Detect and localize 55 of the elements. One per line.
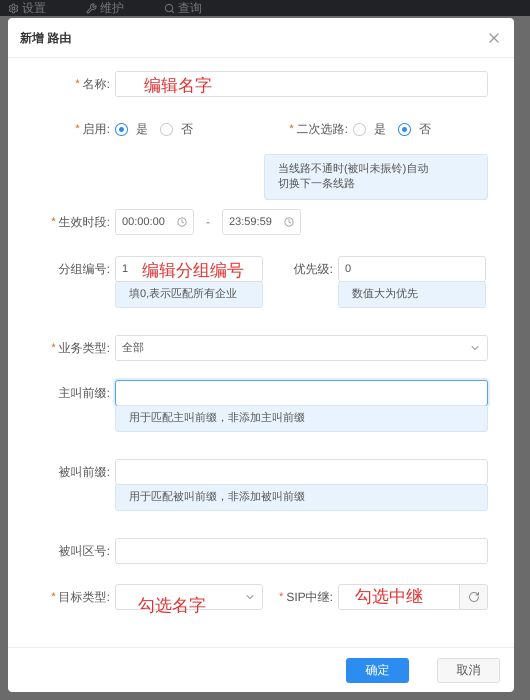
field-label: 目标类型: — [58, 589, 110, 606]
required-mark: * — [289, 124, 294, 134]
required-mark: * — [75, 124, 80, 134]
annotation-text: 编辑分组编号 — [142, 261, 244, 281]
hint-box: 数值大为优先 — [338, 281, 486, 308]
hint-box: 用于匹配被叫前缀，非添加被叫前缀 — [115, 484, 488, 511]
start-time-field[interactable]: 00:00:00 — [115, 209, 194, 235]
refresh-button[interactable] — [460, 584, 488, 610]
cancel-button[interactable]: 取消 — [437, 658, 500, 682]
field-label: 被叫区号: — [58, 543, 110, 560]
nav-icon — [8, 2, 19, 14]
radio-option[interactable]: 否 — [160, 120, 193, 138]
priority-field[interactable]: 0 — [338, 256, 486, 282]
radio-option[interactable]: 是 — [115, 120, 148, 138]
hint-box: 用于匹配主叫前缀，非添加主叫前缀 — [115, 405, 488, 432]
required-mark: * — [279, 592, 284, 602]
area-code-field[interactable] — [115, 538, 488, 564]
field-value: 1 — [122, 262, 128, 277]
field-label: 主叫前缀: — [58, 385, 110, 402]
nav-item[interactable]: 设置 — [8, 1, 46, 15]
field-label: 二次选路: — [296, 121, 348, 138]
radio-option[interactable]: 是 — [353, 120, 386, 138]
nav-item[interactable]: 维护 — [86, 1, 124, 15]
required-mark: * — [51, 216, 56, 228]
required-mark: * — [75, 78, 80, 90]
field-label: 业务类型: — [58, 340, 110, 357]
refresh-icon — [468, 591, 480, 603]
hint-box: 填0,表示匹配所有企业 — [115, 281, 263, 308]
field-label: 名称: — [82, 76, 110, 93]
name-field[interactable] — [115, 71, 488, 97]
field-label: 优先级: — [294, 261, 333, 278]
group-number-field[interactable]: 1 编辑分组编号 — [115, 256, 263, 282]
clock-icon — [284, 217, 294, 227]
hint-box: 当线路不通时(被叫未振铃)自动切换下一条线路 — [264, 154, 488, 200]
business-type-select[interactable]: 全部 — [115, 335, 488, 361]
nav-item[interactable]: 查询 — [164, 1, 202, 15]
dialog-title: 新增 路由 — [20, 30, 72, 46]
nav-icon — [164, 2, 175, 14]
annotation-text: 勾选中继 — [355, 586, 423, 608]
range-separator: - — [206, 214, 210, 231]
field-label: 分组编号: — [58, 261, 110, 278]
sip-trunk-field[interactable]: 勾选中继 — [338, 584, 460, 610]
field-label: 生效时段: — [58, 214, 110, 231]
prefix-field[interactable] — [115, 380, 488, 406]
end-time-field[interactable]: 23:59:59 — [222, 209, 301, 235]
annotation-text: 编辑名字 — [144, 75, 212, 97]
field-label: 启用: — [82, 121, 110, 138]
required-mark: * — [51, 342, 56, 354]
field-label: SIP中继: — [286, 589, 333, 606]
radio-option[interactable]: 否 — [398, 120, 431, 138]
nav-icon — [86, 2, 97, 14]
field-label: 被叫前缀: — [58, 464, 110, 481]
required-mark: * — [51, 592, 56, 602]
annotation-text: 勾选名字 — [138, 595, 206, 617]
clock-icon — [177, 217, 187, 227]
